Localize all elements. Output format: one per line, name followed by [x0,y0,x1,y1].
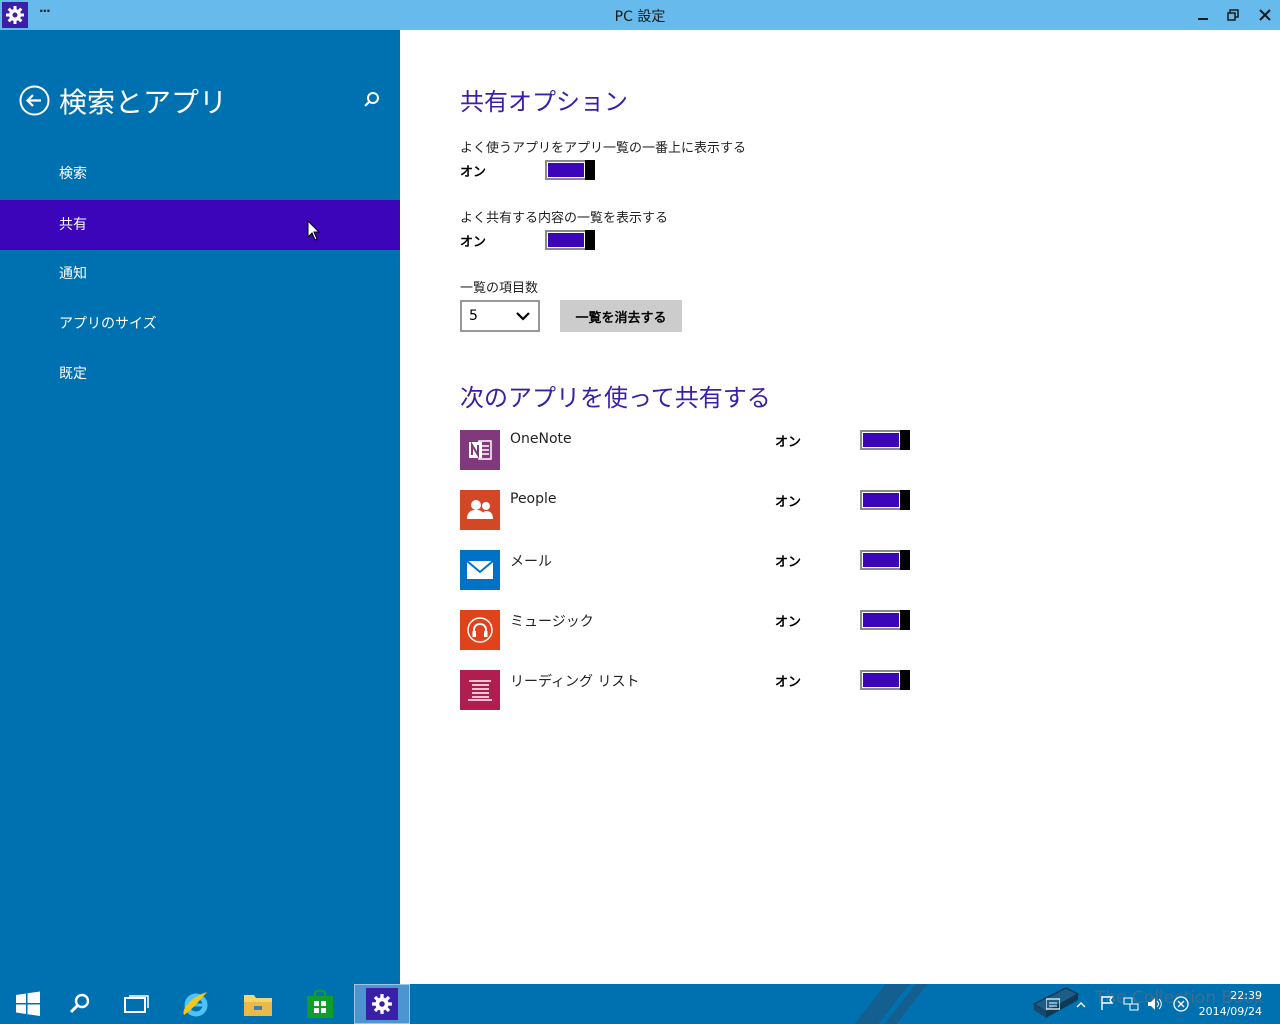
sidebar-heading: 検索とアプリ [59,86,228,119]
restore-button[interactable] [1218,0,1248,30]
share-apps-title: 次のアプリを使って共有する [460,384,771,412]
share-app-toggle-onenote[interactable] [860,430,910,450]
sidebar-item-label: 既定 [59,366,87,382]
error-notification-icon[interactable] [1173,996,1189,1012]
mouse-cursor-icon [307,220,321,241]
mail-icon [460,550,500,590]
sidebar-item-notifications[interactable]: 通知 [0,249,400,299]
main-content: 共有オプション よく使うアプリをアプリ一覧の一番上に表示する オン よく共有する… [400,30,1280,984]
store-button[interactable] [292,984,348,1024]
share-app-state: オン [775,435,802,450]
sidebar: 検索とアプリ 検索 共有 通知 アプリのサイズ 既定 [0,30,400,984]
internet-explorer-button[interactable] [168,984,224,1024]
frequent-content-toggle[interactable] [545,230,595,250]
search-icon [69,993,90,1014]
frequent-apps-toggle[interactable] [545,160,595,180]
clock-date: 2014/09/24 [1198,1005,1262,1018]
share-app-toggle-people[interactable] [860,490,910,510]
start-button[interactable] [0,984,56,1024]
sidebar-item-label: 通知 [59,266,87,282]
share-app-state: オン [775,675,802,690]
chevron-down-icon [516,312,530,321]
share-app-name: People [510,491,557,507]
show-hidden-icons-icon[interactable] [1076,1001,1086,1009]
title-bar: ··· PC 設定 [0,0,1280,30]
minimize-button[interactable] [1188,0,1218,30]
sidebar-item-app-sizes[interactable]: アプリのサイズ [0,299,400,349]
back-button[interactable] [19,85,50,116]
internet-explorer-icon [183,992,208,1017]
share-app-row-mail: メール オン [460,550,920,590]
frequent-apps-label: よく使うアプリをアプリ一覧の一番上に表示する [460,141,747,156]
sidebar-item-label: アプリのサイズ [59,316,157,332]
frequent-content-label: よく共有する内容の一覧を表示する [460,211,669,226]
share-app-state: オン [775,555,802,570]
clear-list-button[interactable]: 一覧を消去する [560,300,682,332]
close-icon [1259,9,1271,21]
share-app-name: リーディング リスト [510,674,640,690]
share-app-row-onenote: OneNote オン [460,430,920,470]
list-count-dropdown[interactable]: 5 [460,300,540,332]
list-count-label: 一覧の項目数 [460,281,539,296]
list-count-value: 5 [469,308,478,324]
share-options-title: 共有オプション [460,88,628,116]
sidebar-item-label: 検索 [59,166,87,182]
restore-icon [1227,9,1239,21]
keyboard-icon[interactable] [1046,998,1060,1010]
search-icon [364,92,379,107]
folder-icon [244,995,272,1016]
action-center-flag-icon[interactable] [1100,995,1114,1011]
clock-time: 22:39 [1230,989,1262,1002]
share-app-state: オン [775,615,802,630]
pc-settings-taskbar-button[interactable] [354,984,410,1024]
sidebar-item-defaults[interactable]: 既定 [0,349,400,399]
sidebar-item-search[interactable]: 検索 [0,149,400,199]
share-app-name: メール [510,554,552,570]
sidebar-item-share[interactable]: 共有 [0,200,400,250]
settings-gear-icon [366,988,398,1020]
share-app-row-music: ミュージック オン [460,610,920,650]
reading-list-icon [460,670,500,710]
taskbar: The Collection Book 22:39 2014/09/24 [0,984,1280,1024]
windows-logo-icon [16,991,40,1016]
frequent-content-state: オン [460,235,487,250]
frequent-apps-state: オン [460,165,487,180]
store-icon [307,989,333,1018]
headphones-icon [460,610,500,650]
task-view-icon [124,995,149,1013]
file-explorer-button[interactable] [230,984,286,1024]
people-icon [460,490,500,530]
share-app-toggle-mail[interactable] [860,550,910,570]
taskbar-clock[interactable]: 22:39 2014/09/24 [1199,988,1262,1020]
share-app-name: OneNote [510,431,572,447]
share-app-row-reading-list: リーディング リスト オン [460,670,920,710]
back-arrow-icon [19,85,50,116]
task-view-button[interactable] [108,984,164,1024]
volume-icon[interactable] [1147,996,1163,1012]
share-app-row-people: People オン [460,490,920,530]
minimize-icon [1198,18,1208,20]
taskbar-search-button[interactable] [52,984,108,1024]
sidebar-item-label: 共有 [59,217,87,233]
search-button[interactable] [361,90,381,110]
onenote-icon [460,430,500,470]
close-button[interactable] [1250,0,1280,30]
network-icon[interactable] [1123,996,1139,1012]
share-app-state: オン [775,495,802,510]
share-app-toggle-music[interactable] [860,610,910,630]
share-app-name: ミュージック [510,614,594,630]
window-title: PC 設定 [614,9,666,25]
share-app-toggle-reading-list[interactable] [860,670,910,690]
